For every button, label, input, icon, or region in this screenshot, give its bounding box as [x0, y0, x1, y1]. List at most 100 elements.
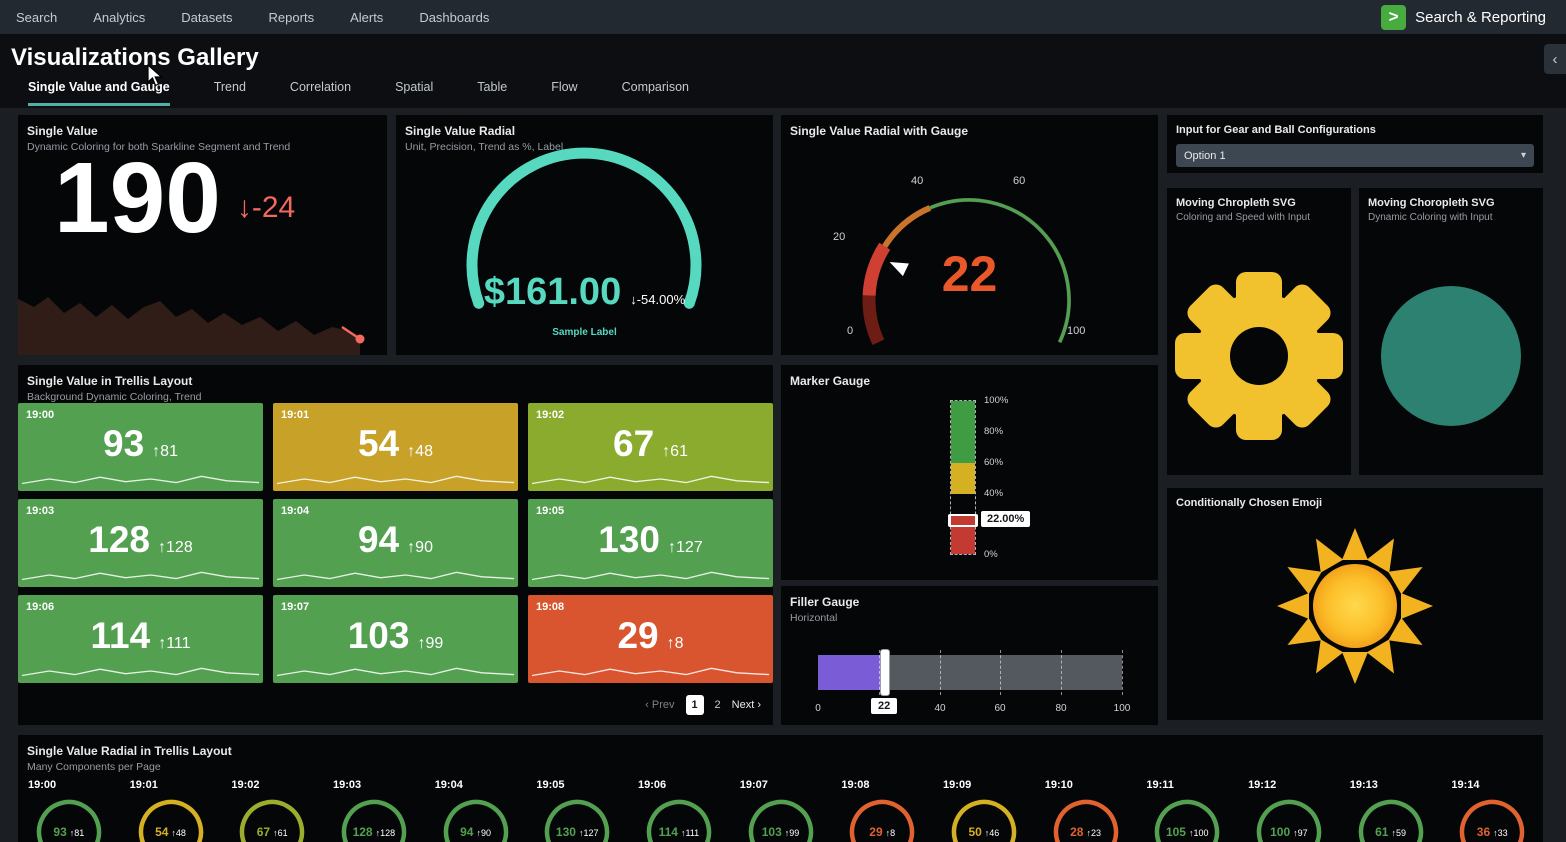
trellis-tile[interactable]: 19:08 29↑8	[528, 595, 773, 683]
nav-item-analytics[interactable]: Analytics	[93, 10, 145, 25]
item-value: 94	[460, 825, 473, 839]
nav-item-reports[interactable]: Reports	[269, 10, 315, 25]
marker-tick-100: 100%	[984, 395, 1008, 406]
tile-time: 19:00	[26, 409, 54, 421]
mini-radial-gauge: 36↑33	[1457, 797, 1527, 842]
nav-item-datasets[interactable]: Datasets	[181, 10, 232, 25]
tile-trend: ↑48	[407, 443, 433, 461]
trellis-tile[interactable]: 19:03 128↑128	[18, 499, 263, 587]
panel-single-value-radial: Single Value Radial Unit, Precision, Tre…	[396, 115, 773, 355]
item-trend: ↑61	[273, 828, 288, 838]
filler-gauge-handle[interactable]	[880, 649, 890, 696]
panel-subtitle: Coloring and Speed with Input	[1167, 209, 1351, 223]
item-trend-value: 61	[278, 828, 288, 838]
tile-trend: ↑61	[662, 443, 688, 461]
radial-trellis-item: 19:07 103↑99	[730, 779, 832, 842]
marker-tick-60: 60%	[984, 457, 1003, 468]
filler-tick-80: 80	[1055, 703, 1066, 714]
tile-time: 19:03	[26, 505, 54, 517]
item-value: 93	[53, 825, 66, 839]
item-value: 36	[1477, 825, 1490, 839]
trellis-tile[interactable]: 19:06 114↑111	[18, 595, 263, 683]
item-trend-value: 90	[481, 828, 491, 838]
pagination-page-1[interactable]: 1	[686, 695, 704, 715]
tile-trend: ↑90	[407, 539, 433, 557]
trellis-tile[interactable]: 19:04 94↑90	[273, 499, 518, 587]
panel-title: Single Value Radial in Trellis Layout	[18, 735, 1543, 758]
trellis-grid: 19:00 93↑81 19:01 54 ↑48 19:02 67↑61 19:0…	[18, 403, 773, 683]
radial-trellis-item: 19:02 67↑61	[221, 779, 323, 842]
tile-time: 19:04	[281, 505, 309, 517]
pagination-next[interactable]: Next ›	[732, 699, 761, 711]
trellis-tile[interactable]: 19:00 93↑81	[18, 403, 263, 491]
trend-indicator: ↓-24	[237, 191, 295, 225]
tab-correlation[interactable]: Correlation	[290, 80, 351, 106]
tile-value: 54	[358, 425, 399, 462]
tab-flow[interactable]: Flow	[551, 80, 577, 106]
pagination-prev[interactable]: ‹ Prev	[645, 699, 674, 711]
selected-option: Option 1	[1184, 150, 1226, 162]
nav-item-dashboards[interactable]: Dashboards	[419, 10, 489, 25]
radial-readout: $161.00 ↓-54.00%	[396, 271, 773, 314]
radial-caption: Sample Label	[396, 327, 773, 338]
nav-item-alerts[interactable]: Alerts	[350, 10, 383, 25]
item-time: 19:11	[1136, 779, 1238, 793]
config-option-select[interactable]: Option 1 ▾	[1176, 144, 1534, 167]
trellis-tile[interactable]: 19:05 130↑127	[528, 499, 773, 587]
tab-spatial[interactable]: Spatial	[395, 80, 433, 106]
collapse-panel-button[interactable]: ‹	[1544, 44, 1566, 74]
filler-gauge-value-label: 22	[871, 698, 897, 714]
pagination-page-2[interactable]: 2	[715, 699, 721, 711]
mini-radial-gauge: 94↑90	[441, 797, 511, 842]
mini-radial-gauge: 54↑48	[136, 797, 206, 842]
mini-radial-gauge: 114↑111	[644, 797, 714, 842]
radial-trellis-item: 19:12 100↑97	[1238, 779, 1340, 842]
tile-time: 19:06	[26, 601, 54, 613]
item-trend: ↑99	[785, 828, 800, 838]
nav-item-search[interactable]: Search	[16, 10, 57, 25]
item-value: 100	[1270, 825, 1290, 839]
radial-trellis-row: 19:00 93↑81 19:01 54↑48 19:02 67↑61 19:0…	[18, 779, 1543, 842]
item-value: 114	[659, 825, 678, 839]
ball-icon	[1381, 286, 1521, 426]
radial-trellis-item: 19:08 29↑8	[831, 779, 933, 842]
filler-tick-40: 40	[934, 703, 945, 714]
gridline-40	[940, 650, 941, 695]
item-trend: ↑97	[1293, 828, 1308, 838]
tile-trend-value: 99	[425, 635, 443, 652]
up-arrow-icon: ↑	[662, 443, 670, 460]
splunk-logo-icon[interactable]: >	[1381, 5, 1406, 30]
up-arrow-icon: ↑	[668, 539, 676, 556]
item-trend-value: 99	[789, 828, 799, 838]
tab-single-value-and-gauge[interactable]: Single Value and Gauge	[28, 80, 170, 106]
tile-time: 19:01	[281, 409, 309, 421]
filler-gauge-track	[818, 655, 1122, 690]
tab-table[interactable]: Table	[477, 80, 507, 106]
panel-input: Input for Gear and Ball Configurations O…	[1167, 115, 1543, 173]
radial-trellis-item: 19:11 105↑100	[1136, 779, 1238, 842]
trellis-tile[interactable]: 19:02 67↑61	[528, 403, 773, 491]
marker-gauge-red-segment	[951, 527, 975, 554]
tile-sparkline	[532, 662, 769, 680]
trellis-tile[interactable]: 19:07 103↑99	[273, 595, 518, 683]
tab-comparison[interactable]: Comparison	[622, 80, 689, 106]
marker-tick-40: 40%	[984, 488, 1003, 499]
mini-radial-gauge: 50↑46	[949, 797, 1019, 842]
radial-trellis-item: 19:09 50↑46	[933, 779, 1035, 842]
trellis-tile[interactable]: 19:01 54 ↑48	[273, 403, 518, 491]
item-trend-value: 23	[1091, 828, 1101, 838]
marker-gauge-marker[interactable]	[948, 514, 978, 527]
up-arrow-icon: ↑	[158, 539, 166, 556]
item-trend-value: 33	[1498, 828, 1508, 838]
chevron-right-icon: ›	[757, 699, 761, 711]
item-time: 19:12	[1238, 779, 1340, 793]
item-trend: ↑90	[476, 828, 491, 838]
up-arrow-icon: ↑	[152, 443, 160, 460]
item-trend-value: 8	[890, 828, 895, 838]
gridline-60	[1000, 650, 1001, 695]
tile-trend-value: 128	[166, 539, 193, 556]
panel-filler-gauge: Filler Gauge Horizontal 0 20 40 60 80 10…	[781, 586, 1158, 725]
marker-gauge-value-label: 22.00%	[981, 511, 1030, 527]
mini-radial-gauge: 28↑23	[1051, 797, 1121, 842]
tab-trend[interactable]: Trend	[214, 80, 246, 106]
